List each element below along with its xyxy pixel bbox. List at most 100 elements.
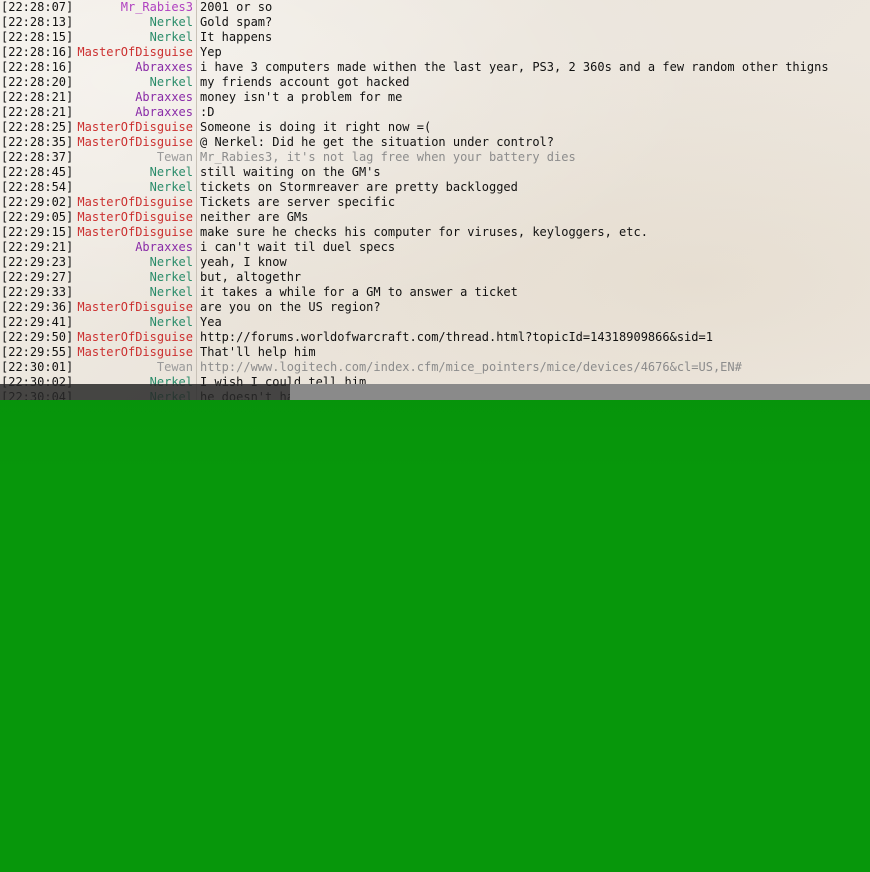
chat-nickname[interactable]: Nerkel — [74, 270, 193, 285]
chat-line: [22:28:15] Nerkel It happens — [0, 30, 870, 45]
nick-separator — [196, 360, 197, 375]
nick-separator — [196, 345, 197, 360]
chat-message-text: That'll help him — [200, 345, 316, 359]
nick-separator — [196, 15, 197, 30]
chat-nickname[interactable]: Nerkel — [74, 15, 193, 30]
nick-separator — [196, 120, 197, 135]
chat-message-text: it takes a while for a GM to answer a ti… — [200, 285, 518, 299]
chat-line: [22:29:27] Nerkel but, altogethr — [0, 270, 870, 285]
chat-nickname[interactable]: MasterOfDisguise — [74, 120, 193, 135]
chat-nickname[interactable]: Nerkel — [74, 285, 193, 300]
chat-nickname[interactable]: MasterOfDisguise — [74, 135, 193, 150]
chat-timestamp: [22:29:23] — [1, 255, 74, 269]
chat-nickname[interactable]: Nerkel — [74, 180, 193, 195]
chat-nickname[interactable]: Nerkel — [74, 165, 193, 180]
chat-nickname[interactable]: Tewan — [74, 360, 193, 375]
chat-line: [22:29:23] Nerkel yeah, I know — [0, 255, 870, 270]
chat-nickname[interactable]: MasterOfDisguise — [74, 195, 193, 210]
chat-nickname[interactable]: Mr_Rabies3 — [74, 0, 193, 15]
chat-line: [22:29:15] MasterOfDisguise make sure he c… — [0, 225, 870, 240]
chat-nickname[interactable]: Abraxxes — [74, 105, 193, 120]
nick-separator — [196, 315, 197, 330]
chat-nickname[interactable]: MasterOfDisguise — [74, 300, 193, 315]
chat-nickname[interactable]: MasterOfDisguise — [74, 210, 193, 225]
chat-line: [22:28:21] Abraxxes:D — [0, 105, 870, 120]
chat-nickname[interactable]: MasterOfDisguise — [74, 345, 193, 360]
chat-message-text: Tickets are server specific — [200, 195, 396, 209]
nick-separator — [196, 255, 197, 270]
chat-timestamp: [22:30:01] — [1, 360, 74, 374]
nick-separator — [196, 285, 197, 300]
chat-message-text: Gold spam? — [200, 15, 273, 29]
chat-line: [22:29:33] Nerkel it takes a while for a G… — [0, 285, 870, 300]
chat-message-text: Someone is doing it right now =( — [200, 120, 432, 134]
chat-nickname[interactable]: Nerkel — [74, 75, 193, 90]
chat-line: [22:29:41] Nerkel Yea — [0, 315, 870, 330]
chat-nickname[interactable]: Tewan — [74, 150, 193, 165]
chat-nickname[interactable]: Abraxxes — [74, 240, 193, 255]
chat-timestamp: [22:29:15] — [1, 225, 74, 239]
chat-line: [22:28:54] Nerkel tickets on Stormreaver a… — [0, 180, 870, 195]
chat-line: [22:29:50] MasterOfDisguise http://forums.… — [0, 330, 870, 345]
chat-timestamp: [22:28:25] — [1, 120, 74, 134]
chat-line: [22:29:21] Abraxxes i can't wait til duel … — [0, 240, 870, 255]
chat-message-text: but, altogethr — [200, 270, 302, 284]
chat-timestamp: [22:29:27] — [1, 270, 74, 284]
chat-message-text: still waiting on the GM's — [200, 165, 381, 179]
chat-message-text: i can't wait til duel specs — [200, 240, 396, 254]
chat-line: [22:28:25] MasterOfDisguise Someone is doi… — [0, 120, 870, 135]
nick-separator — [196, 45, 197, 60]
nick-separator — [196, 60, 197, 75]
chat-nickname[interactable]: MasterOfDisguise — [74, 225, 193, 240]
horizontal-scrollbar[interactable] — [0, 384, 870, 400]
nick-separator — [196, 195, 197, 210]
chat-message-text: yeah, I know — [200, 255, 287, 269]
chat-timestamp: [22:29:02] — [1, 195, 74, 209]
chat-timestamp: [22:29:21] — [1, 240, 74, 254]
chat-message-text: Mr_Rabies3, it's not lag free when your … — [200, 150, 576, 164]
chat-timestamp: [22:29:05] — [1, 210, 74, 224]
chat-message-text: my friends account got hacked — [200, 75, 410, 89]
chat-nickname[interactable]: Abraxxes — [74, 60, 193, 75]
nick-separator — [196, 75, 197, 90]
chat-line: [22:28:16] Abraxxes i have 3 computers mad… — [0, 60, 870, 75]
chat-nickname[interactable]: Abraxxes — [74, 90, 193, 105]
chat-line: [22:29:05] MasterOfDisguise neither are GM… — [0, 210, 870, 225]
nick-separator — [196, 300, 197, 315]
chat-message-text: i have 3 computers made withen the last … — [200, 60, 829, 74]
chat-line: [22:28:37] Tewan Mr_Rabies3, it's not lag … — [0, 150, 870, 165]
chat-line: [22:28:21] Abraxxes money isn't a problem … — [0, 90, 870, 105]
chat-message-text[interactable]: http://forums.worldofwarcraft.com/thread… — [200, 330, 713, 345]
chat-message-text: Yea — [200, 315, 222, 329]
chat-line: [22:29:36] MasterOfDisguise are you on the… — [0, 300, 870, 315]
chat-message-text: @ Nerkel: Did he get the situation under… — [200, 135, 555, 149]
nick-separator — [196, 240, 197, 255]
chat-line: [22:28:20] Nerkel my friends account got h… — [0, 75, 870, 90]
chat-timestamp: [22:29:50] — [1, 330, 74, 344]
nick-separator — [196, 270, 197, 285]
chat-message-text: tickets on Stormreaver are pretty backlo… — [200, 180, 518, 194]
nick-separator — [196, 30, 197, 45]
chat-log[interactable]: [22:28:07] Mr_Rabies3 2001 or so [22:28:13]… — [0, 0, 870, 400]
chat-nickname[interactable]: Nerkel — [74, 315, 193, 330]
chat-timestamp: [22:28:35] — [1, 135, 74, 149]
chat-message-text[interactable]: http://www.logitech.com/index.cfm/mice_p… — [200, 360, 742, 375]
chat-line: [22:28:13] Nerkel Gold spam? — [0, 15, 870, 30]
chat-message-text: 2001 or so — [200, 0, 273, 14]
chat-nickname[interactable]: MasterOfDisguise — [74, 330, 193, 345]
chat-timestamp: [22:28:54] — [1, 180, 74, 194]
chat-timestamp: [22:28:13] — [1, 15, 74, 29]
scrollbar-thumb[interactable] — [290, 384, 870, 400]
chat-timestamp: [22:28:07] — [1, 0, 74, 14]
nick-separator — [196, 225, 197, 240]
chat-nickname[interactable]: Nerkel — [74, 30, 193, 45]
nick-separator — [196, 150, 197, 165]
chat-timestamp: [22:28:45] — [1, 165, 74, 179]
chat-message-text: are you on the US region? — [200, 300, 381, 314]
chat-timestamp: [22:28:16] — [1, 45, 74, 59]
nick-separator — [196, 330, 197, 345]
chat-timestamp: [22:29:36] — [1, 300, 74, 314]
chat-nickname[interactable]: Nerkel — [74, 255, 193, 270]
nick-separator — [196, 165, 197, 180]
chat-nickname[interactable]: MasterOfDisguise — [74, 45, 193, 60]
